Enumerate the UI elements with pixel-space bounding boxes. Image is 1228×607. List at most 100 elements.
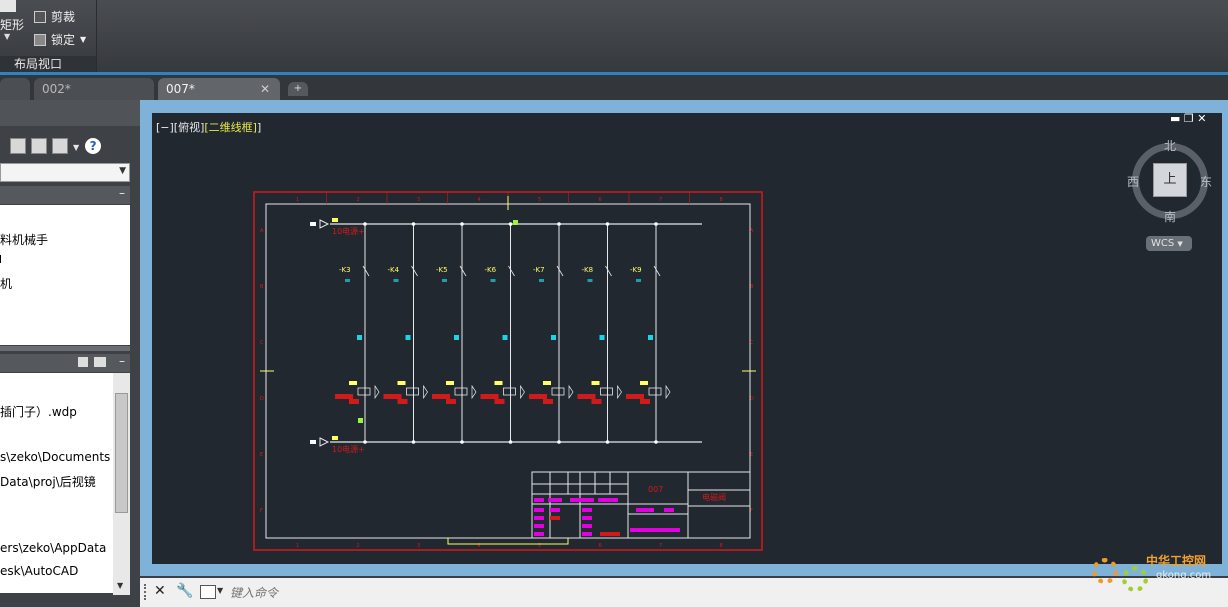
red-marker bbox=[446, 399, 456, 404]
properties-icon[interactable] bbox=[31, 138, 47, 154]
diode-symbol bbox=[471, 384, 477, 400]
tree-item[interactable]: 机 bbox=[0, 275, 12, 292]
relay-marker bbox=[636, 279, 641, 282]
coil-marker bbox=[349, 381, 357, 385]
row-letter: E bbox=[260, 452, 263, 458]
relay-column[interactable]: -K7 bbox=[529, 222, 574, 444]
red-marker bbox=[626, 394, 644, 399]
green-marker bbox=[513, 220, 518, 225]
red-marker bbox=[591, 399, 602, 404]
command-input[interactable] bbox=[228, 582, 1092, 604]
column-markers: 1122334455667788 bbox=[296, 192, 723, 549]
scrollbar[interactable]: ▼ bbox=[113, 373, 130, 595]
relay-label: -K3 bbox=[339, 266, 351, 274]
column-number: 2 bbox=[357, 197, 360, 203]
relay-label: -K8 bbox=[582, 266, 594, 274]
relay-label: -K4 bbox=[388, 266, 400, 274]
bottom-bus-terminal bbox=[310, 440, 316, 444]
viewport-control-label[interactable]: [−][俯视][二维线框]] bbox=[156, 119, 261, 135]
terminal-marker bbox=[599, 335, 605, 340]
detail-line: esk\AutoCAD bbox=[0, 564, 79, 578]
relay-marker bbox=[442, 279, 447, 282]
wrench-icon[interactable]: 🔧 bbox=[176, 583, 193, 599]
junction-dot bbox=[557, 222, 561, 226]
title-block-name: 电磁阀 bbox=[702, 492, 726, 502]
clip-button[interactable]: 剪裁 bbox=[34, 8, 75, 25]
rectangle-icon[interactable] bbox=[0, 0, 16, 12]
collapse-icon[interactable]: – bbox=[119, 186, 125, 200]
viewcube[interactable]: 上 北 南 东 西 WCS ▼ bbox=[1126, 135, 1222, 255]
scroll-down-icon[interactable]: ▼ bbox=[117, 581, 123, 590]
view-icon[interactable] bbox=[78, 357, 88, 367]
tree-item[interactable]: 料机械手 bbox=[0, 231, 48, 248]
compass-north[interactable]: 北 bbox=[1164, 137, 1176, 154]
viewcube-face-top[interactable]: 上 bbox=[1153, 163, 1187, 197]
refresh-icon[interactable] bbox=[10, 138, 26, 154]
relay-label: -K6 bbox=[485, 266, 497, 274]
relay-contact bbox=[605, 265, 612, 277]
relay-column[interactable]: -K6 bbox=[480, 222, 525, 444]
compass-west[interactable]: 西 bbox=[1127, 173, 1139, 190]
top-bus-label: 10电源+ bbox=[332, 226, 365, 236]
minimize-icon[interactable]: ▬ bbox=[1170, 112, 1180, 125]
chevron-down-icon[interactable]: ▼ bbox=[73, 143, 79, 152]
collapse-icon[interactable]: – bbox=[119, 354, 125, 368]
red-marker bbox=[494, 399, 505, 404]
compass-east[interactable]: 东 bbox=[1200, 173, 1212, 190]
relay-marker bbox=[539, 279, 544, 282]
close-icon[interactable]: ✕ bbox=[1197, 112, 1206, 125]
diode-symbol bbox=[568, 384, 574, 400]
row-letter: A bbox=[260, 228, 264, 234]
close-icon[interactable]: ✕ bbox=[154, 583, 166, 599]
coil-symbol bbox=[357, 387, 371, 396]
command-prompt-icon[interactable] bbox=[200, 585, 216, 599]
help-icon[interactable]: ? bbox=[85, 138, 102, 154]
restore-icon[interactable]: ❐ bbox=[1184, 112, 1194, 125]
detail-line: s\zeko\Documents bbox=[0, 450, 111, 464]
tab-002[interactable]: 002* bbox=[34, 78, 154, 100]
junction-dot bbox=[411, 440, 416, 444]
project-select[interactable]: ▼ bbox=[0, 163, 130, 182]
relay-column[interactable]: -K5 bbox=[432, 222, 477, 444]
column-number: 8 bbox=[720, 543, 723, 549]
coil-symbol bbox=[406, 387, 419, 396]
junction-dot bbox=[654, 440, 658, 444]
lock-button[interactable]: 锁定 ▼ bbox=[34, 31, 86, 48]
close-icon[interactable]: ✕ bbox=[260, 78, 270, 100]
relay-contact bbox=[508, 265, 515, 277]
column-number: 6 bbox=[599, 197, 602, 203]
row-letter: D bbox=[260, 396, 264, 402]
relay-column[interactable]: -K9 bbox=[626, 222, 671, 444]
relay-column[interactable]: -K4 bbox=[383, 222, 428, 444]
drag-handle[interactable] bbox=[144, 584, 150, 600]
splitter-handle[interactable] bbox=[0, 346, 130, 351]
new-tab-button[interactable]: + bbox=[288, 82, 308, 96]
coil-marker bbox=[397, 381, 406, 385]
row-letter: D bbox=[750, 396, 754, 402]
print-icon[interactable] bbox=[52, 138, 68, 154]
compass-south[interactable]: 南 bbox=[1164, 208, 1176, 225]
row-letter: E bbox=[750, 452, 753, 458]
tab-007[interactable]: 007* ✕ bbox=[158, 78, 280, 100]
chevron-down-icon[interactable]: ▼ bbox=[217, 586, 223, 595]
relay-column[interactable]: -K8 bbox=[577, 222, 622, 444]
chevron-down-icon: ▼ bbox=[80, 35, 87, 44]
relay-column[interactable]: -K3 bbox=[335, 222, 380, 444]
image-icon[interactable] bbox=[94, 357, 106, 367]
relay-marker bbox=[587, 279, 593, 282]
junction-dot bbox=[654, 222, 658, 226]
wcs-menu[interactable]: WCS ▼ bbox=[1146, 236, 1192, 251]
gear-icon bbox=[1122, 566, 1148, 592]
schematic-drawing[interactable]: 1122334455667788 A AB BC CD DE EF F 10电源+ 10电源… bbox=[250, 188, 766, 554]
tab-previous[interactable] bbox=[0, 78, 30, 100]
column-number: 2 bbox=[357, 543, 360, 549]
chevron-down-icon[interactable]: ▼ bbox=[4, 32, 10, 41]
detail-line: Data\proj\后视镜 bbox=[0, 475, 96, 489]
column-number: 7 bbox=[659, 197, 662, 203]
green-marker bbox=[358, 418, 363, 423]
scrollbar-thumb[interactable] bbox=[115, 393, 128, 513]
junction-dot bbox=[605, 222, 610, 226]
junction-dot bbox=[411, 222, 416, 226]
sheet-border-outer bbox=[253, 191, 763, 551]
rectangle-button-label[interactable]: 矩形 bbox=[0, 16, 24, 33]
